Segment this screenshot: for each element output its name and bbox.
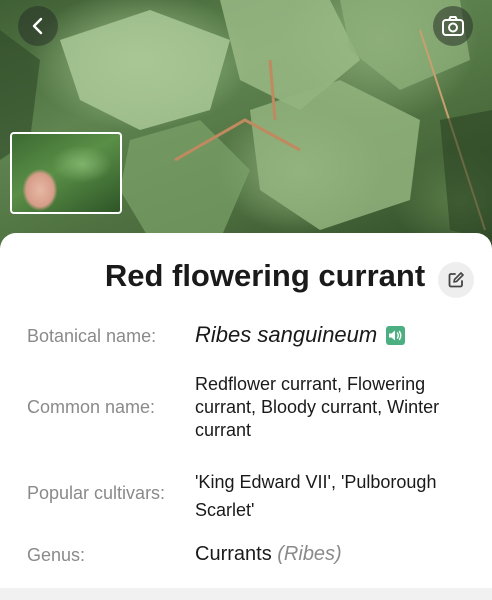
back-button[interactable] xyxy=(18,6,58,46)
genus-value: Currants (Ribes) xyxy=(195,543,342,566)
popular-cultivars-label: Popular cultivars: xyxy=(27,483,166,503)
plant-photo xyxy=(0,0,492,250)
pronounce-button[interactable] xyxy=(386,325,406,345)
botanical-name-text: Ribes sanguineum xyxy=(195,322,378,347)
edit-button[interactable] xyxy=(438,262,474,298)
genus-common-text: Currants xyxy=(195,543,272,565)
botanical-name-value: Ribes sanguineum xyxy=(195,322,406,348)
chevron-left-icon xyxy=(32,17,43,35)
section-divider xyxy=(0,588,492,600)
plant-title: Red flowering currant xyxy=(104,258,426,293)
common-name-label: Common name: xyxy=(27,397,156,417)
botanical-name-label: Botanical name: xyxy=(27,326,157,346)
popular-cultivars-value: 'King Edward VII', 'Pulborough Scarlet' xyxy=(195,472,437,520)
speaker-icon xyxy=(389,330,402,340)
camera-button[interactable] xyxy=(433,6,473,46)
photo-thumbnail[interactable] xyxy=(10,132,122,214)
genus-label: Genus: xyxy=(27,545,86,565)
genus-latin-text: (Ribes) xyxy=(277,543,342,565)
common-name-value: Redflower currant, Flowering currant, Bl… xyxy=(195,374,440,440)
edit-icon xyxy=(448,272,464,288)
camera-icon xyxy=(442,16,464,36)
